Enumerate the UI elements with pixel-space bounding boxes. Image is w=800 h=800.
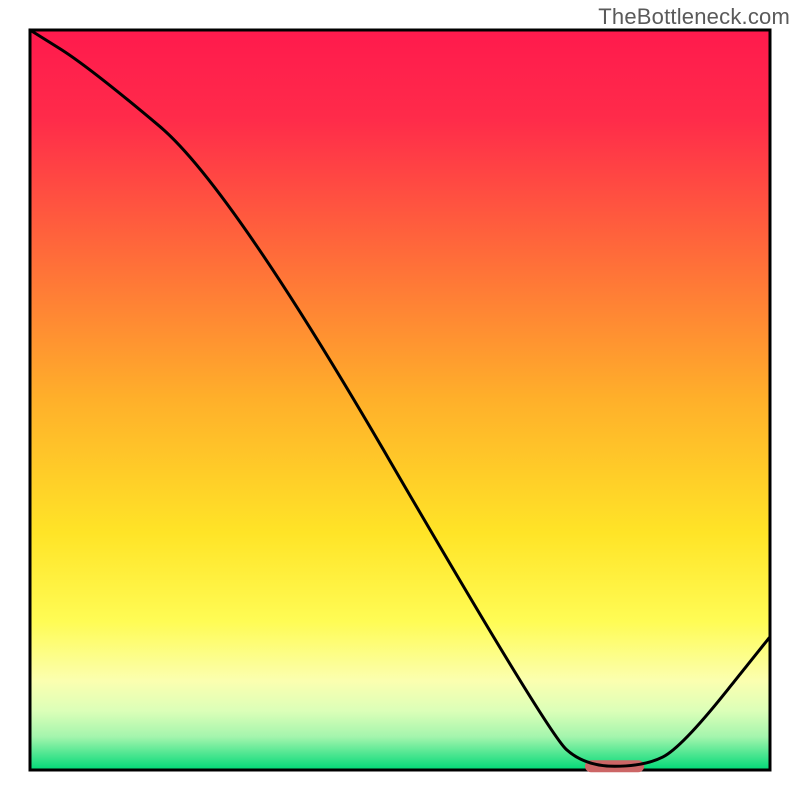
chart-container: TheBottleneck.com: [0, 0, 800, 800]
watermark-text: TheBottleneck.com: [598, 4, 790, 30]
plot-background: [30, 30, 770, 770]
chart-svg: [0, 0, 800, 800]
